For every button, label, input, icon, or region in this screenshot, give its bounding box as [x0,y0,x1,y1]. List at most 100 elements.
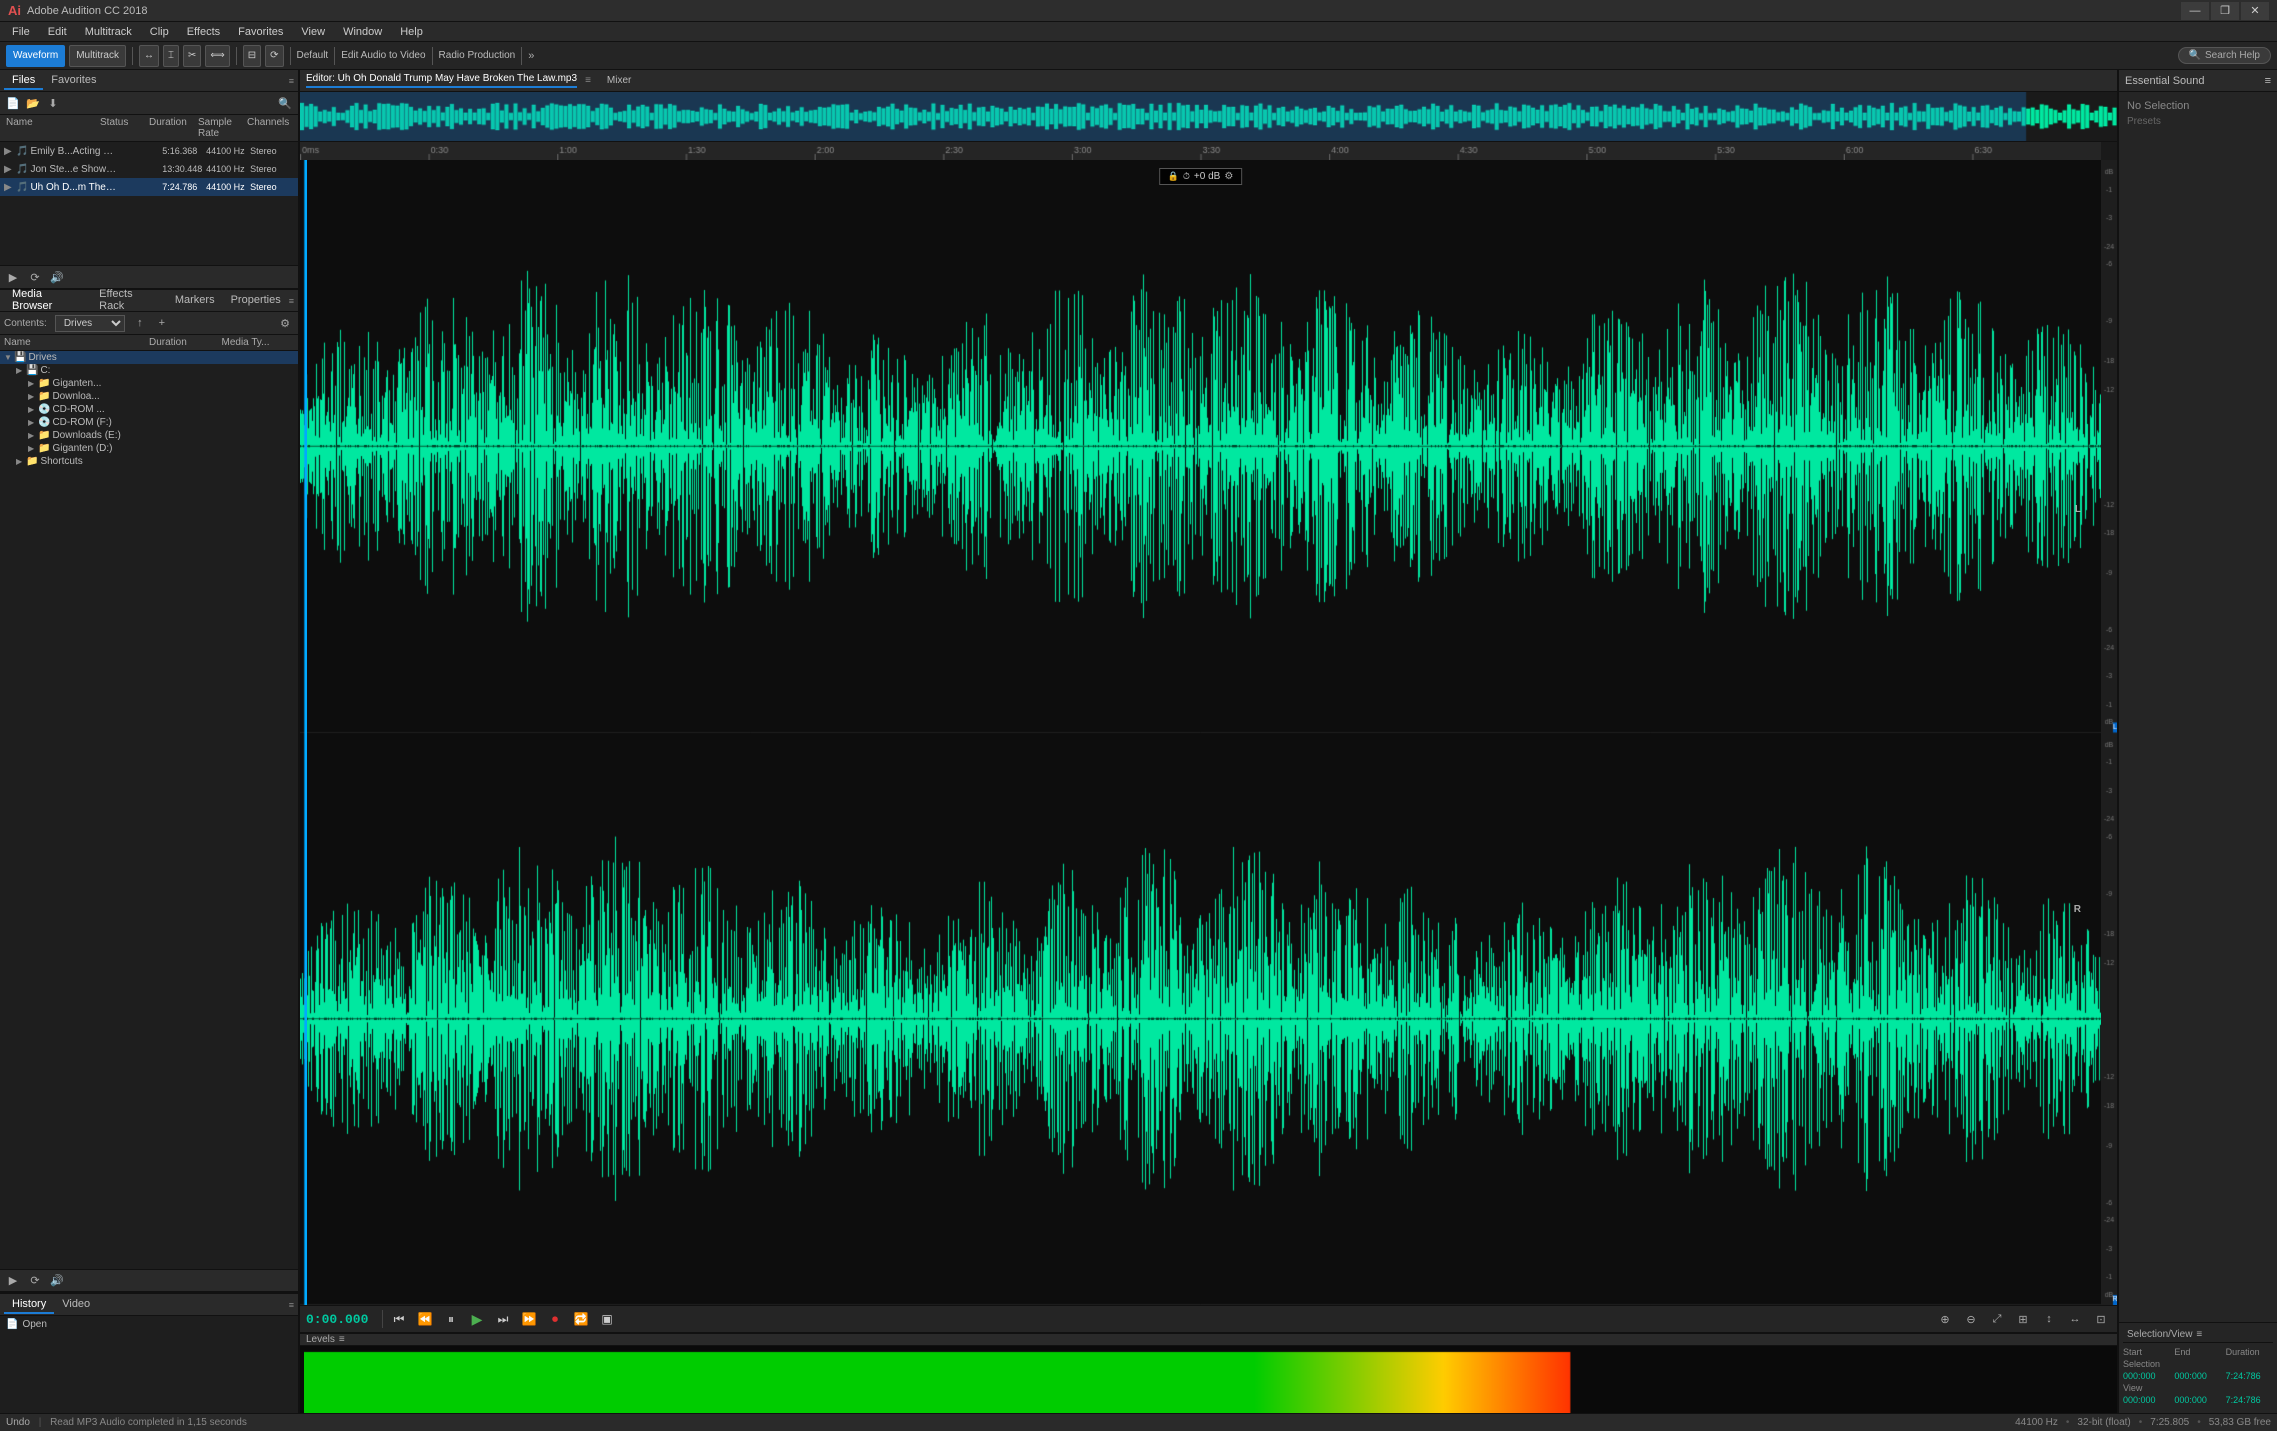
zoom-full-button[interactable]: ⊞ [2013,1309,2033,1329]
menu-file[interactable]: File [4,24,38,40]
app-title: Adobe Audition CC 2018 [27,5,147,17]
tab-effects-rack[interactable]: Effects Rack [91,286,167,316]
mb-play-button[interactable]: ▶ [4,1272,22,1290]
rewind-button[interactable]: ⏪ [415,1309,435,1329]
loop-button[interactable]: ⟳ [265,45,283,67]
file-icon: 🎵 [16,182,28,193]
menu-favorites[interactable]: Favorites [230,24,291,40]
snap-button[interactable]: ⊟ [243,45,261,67]
tree-item-label: Downloa... [52,391,99,402]
menu-view[interactable]: View [293,24,333,40]
tab-video[interactable]: Video [54,1296,98,1314]
file-name: Uh Oh D...m The Law.mp3 [30,182,118,193]
media-browser-panel: Media Browser Effects Rack Markers Prope… [0,290,298,1293]
mb-tabs: Media Browser Effects Rack Markers Prope… [0,290,298,312]
tree-item-downloads-e[interactable]: ▶ 📁 Downloads (E:) [0,429,298,442]
tree-item-shortcuts[interactable]: ▶ 📁 Shortcuts [0,455,298,468]
tab-media-browser[interactable]: Media Browser [4,286,91,316]
sv-col-start: Start [2123,1347,2170,1357]
tree-item-downloads1[interactable]: ▶ 📁 Downloa... [0,390,298,403]
zoom-fit-button[interactable]: ⊡ [2091,1309,2111,1329]
slip-tool-button[interactable]: ⟺ [205,45,229,67]
history-panel-options-icon[interactable]: ≡ [289,1300,294,1310]
list-item[interactable]: ▶ 🎵 Uh Oh D...m The Law.mp3 7:24.786 441… [0,178,298,196]
waveform-area[interactable]: 🔒 ⏱ +0 dB ⚙ L R [300,160,2101,1305]
history-list: 📄 Open [0,1316,298,1413]
open-file-button[interactable]: 📂 [24,94,42,112]
skip-to-end-button[interactable]: ⏭ [493,1309,513,1329]
mb-up-button[interactable]: ↑ [131,314,149,332]
tree-item-cdrom1[interactable]: ▶ 💿 CD-ROM ... [0,403,298,416]
files-search-button[interactable]: 🔍 [276,94,294,112]
move-tool-button[interactable]: ↔ [139,45,159,67]
waveform-mode-button[interactable]: Waveform [6,45,65,67]
editor-tab-label[interactable]: Editor: Uh Oh Donald Trump May Have Brok… [306,73,577,88]
spectral-button[interactable]: ▣ [597,1309,617,1329]
expand-workspaces-icon[interactable]: » [528,50,534,62]
multitrack-mode-button[interactable]: Multitrack [69,45,126,67]
files-import-button[interactable]: ⬇ [44,94,62,112]
editor-tab-options-icon[interactable]: ≡ [585,75,591,86]
mb-panel-options-icon[interactable]: ≡ [289,296,294,306]
zoom-selection-button[interactable]: ⤢ [1987,1309,2007,1329]
list-item[interactable]: ▶ 🎵 Jon Ste...e Show Desk.mp3 13:30.448 … [0,160,298,178]
skip-to-start-button[interactable]: ⏮ [389,1309,409,1329]
record-button[interactable]: ⏺ [545,1309,565,1329]
files-speaker-button[interactable]: 🔊 [48,268,66,286]
play-button[interactable]: ▶ [467,1309,487,1329]
search-help-box[interactable]: 🔍 Search Help [2178,47,2271,64]
zoom-out-amp-button[interactable]: ↔ [2065,1309,2085,1329]
mb-col-name: Name [4,337,149,348]
new-file-button[interactable]: 📄 [4,94,22,112]
menu-multitrack[interactable]: Multitrack [77,24,140,40]
tree-item-giganten1[interactable]: ▶ 📁 Giganten... [0,377,298,390]
tab-history[interactable]: History [4,1296,54,1314]
files-loop-button[interactable]: ⟳ [26,268,44,286]
selection-tool-button[interactable]: ⌶ [163,45,179,67]
menu-window[interactable]: Window [335,24,390,40]
menu-effects[interactable]: Effects [179,24,228,40]
tab-favorites[interactable]: Favorites [43,72,104,90]
undo-label[interactable]: Undo [6,1417,30,1428]
waveform-overview[interactable] [300,92,2117,142]
essential-sound-label: Essential Sound [2125,75,2205,87]
loop-toggle-button[interactable]: 🔁 [571,1309,591,1329]
files-play-button[interactable]: ▶ [4,268,22,286]
mb-loop-button[interactable]: ⟳ [26,1272,44,1290]
tab-files[interactable]: Files [4,72,43,90]
mb-filter-button[interactable]: ⚙ [276,314,294,332]
levels-content [300,1346,2117,1413]
editor-tab-mixer[interactable]: Mixer [607,75,631,86]
zoom-in-time-button[interactable]: ⊕ [1935,1309,1955,1329]
tree-item-cdrom-f[interactable]: ▶ 💿 CD-ROM (F:) [0,416,298,429]
razor-tool-button[interactable]: ✂ [183,45,201,67]
mb-contents-select[interactable]: Drives [55,315,125,332]
files-panel-options-icon[interactable]: ≡ [289,76,294,86]
pause-button[interactable]: ⏸ [441,1309,461,1329]
sv-col-duration: Duration [2226,1347,2273,1357]
levels-options-icon[interactable]: ≡ [339,1334,345,1345]
close-button[interactable]: ✕ [2241,2,2269,20]
zoom-in-amp-button[interactable]: ↕ [2039,1309,2059,1329]
tree-item-c[interactable]: ▶ 💾 C: [0,364,298,377]
minimize-button[interactable]: — [2181,2,2209,20]
mb-speaker-button[interactable]: 🔊 [48,1272,66,1290]
menu-clip[interactable]: Clip [142,24,177,40]
restore-button[interactable]: ❐ [2211,2,2239,20]
zoom-out-time-button[interactable]: ⊖ [1961,1309,1981,1329]
essential-sound-options-icon[interactable]: ≡ [2265,75,2271,87]
list-item[interactable]: ▶ 🎵 Emily B...Acting Tips.mp3 5:16.368 4… [0,142,298,160]
tree-item-giganten-d[interactable]: ▶ 📁 Giganten (D:) [0,442,298,455]
sv-options-icon[interactable]: ≡ [2196,1329,2202,1340]
fast-forward-button[interactable]: ⏩ [519,1309,539,1329]
menu-help[interactable]: Help [392,24,431,40]
mb-add-button[interactable]: + [153,314,171,332]
mb-col-duration: Duration [149,337,222,348]
tree-item-drives[interactable]: ▼ 💾 Drives [0,351,298,364]
tab-properties[interactable]: Properties [223,292,289,310]
menu-edit[interactable]: Edit [40,24,75,40]
sv-row-label-selection: Selection [2123,1359,2170,1369]
tab-markers[interactable]: Markers [167,292,223,310]
gain-settings-button[interactable]: ⚙ [1224,171,1233,182]
list-item[interactable]: 📄 Open [4,1318,294,1331]
